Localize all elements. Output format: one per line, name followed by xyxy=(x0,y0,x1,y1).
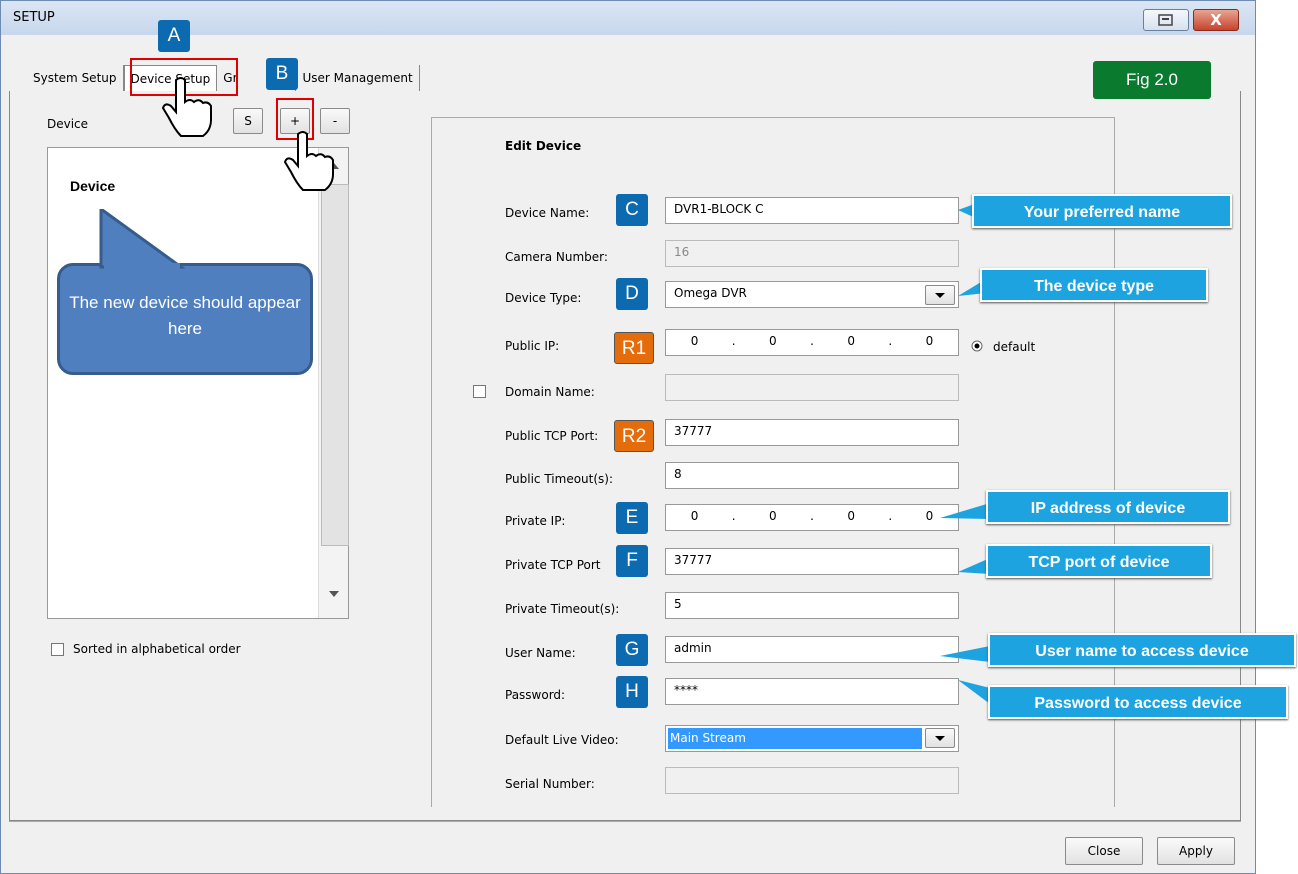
device-list-header: Device xyxy=(70,178,116,194)
badge-f: F xyxy=(616,545,648,577)
device-type-dropdown-button[interactable] xyxy=(925,285,955,305)
badge-r1: R1 xyxy=(614,332,654,364)
callout-password: Password to access device xyxy=(988,685,1288,719)
hand-cursor-icon xyxy=(283,131,334,191)
window-title: SETUP xyxy=(13,10,55,25)
device-label: Device xyxy=(47,117,89,131)
private-tcp-field[interactable]: 37777 xyxy=(665,548,959,575)
callout-tcp-port: TCP port of device xyxy=(986,544,1212,578)
scroll-thumb[interactable] xyxy=(321,184,349,546)
callout-ip-address: IP address of device xyxy=(986,490,1230,524)
ip-octet: 0 xyxy=(925,334,934,348)
private-tcp-label: Private TCP Port xyxy=(505,558,601,572)
sorted-checkbox[interactable] xyxy=(51,643,64,656)
live-video-dropdown-button[interactable] xyxy=(925,728,955,748)
camera-number-field: 16 xyxy=(665,240,959,267)
tab-system-setup[interactable]: System Setup xyxy=(27,65,124,91)
serial-number-field xyxy=(665,767,959,794)
badge-h: H xyxy=(616,676,648,708)
edit-device-title: Edit Device xyxy=(505,139,582,153)
footer-separator xyxy=(9,821,1241,822)
badge-e: E xyxy=(616,502,648,534)
private-ip-field[interactable]: 0. 0. 0. 0 xyxy=(665,504,959,531)
badge-d: D xyxy=(616,278,648,310)
bubble-pointer xyxy=(99,209,186,269)
badge-g: G xyxy=(616,634,648,666)
public-ip-label: Public IP: xyxy=(505,339,560,353)
public-tcp-field[interactable]: 37777 xyxy=(665,419,959,446)
ip-octet: 0 xyxy=(847,334,855,348)
callout-bubble-text: The new device should appear here xyxy=(69,293,301,338)
badge-c: C xyxy=(616,194,648,226)
live-video-value: Main Stream xyxy=(668,728,922,749)
chevron-down-icon xyxy=(935,293,945,298)
callout-user-name: User name to access device xyxy=(988,633,1296,667)
public-timeout-label: Public Timeout(s): xyxy=(505,472,614,486)
badge-a: A xyxy=(158,20,190,52)
badge-r2: R2 xyxy=(614,420,654,452)
default-radio[interactable] xyxy=(971,340,983,352)
domain-name-checkbox[interactable] xyxy=(473,385,486,398)
public-tcp-label: Public TCP Port: xyxy=(505,429,599,443)
user-name-label: User Name: xyxy=(505,646,576,660)
device-type-value: Omega DVR xyxy=(674,286,747,300)
badge-b: B xyxy=(266,58,298,90)
ip-octet: 0 xyxy=(925,509,934,523)
private-timeout-field[interactable]: 5 xyxy=(665,592,959,619)
scroll-down-icon xyxy=(329,591,339,597)
domain-name-label: Domain Name: xyxy=(505,385,595,399)
hand-cursor-icon xyxy=(161,77,212,137)
device-name-label: Device Name: xyxy=(505,206,590,220)
domain-name-field xyxy=(665,374,959,401)
ip-octet: 0 xyxy=(690,334,699,348)
ip-octet: 0 xyxy=(769,509,777,523)
ip-octet: 0 xyxy=(769,334,777,348)
callout-device-type: The device type xyxy=(980,268,1208,302)
callout-bubble: The new device should appear here xyxy=(57,263,313,375)
password-label: Password: xyxy=(505,688,566,702)
password-field[interactable]: **** xyxy=(665,678,959,705)
private-ip-label: Private IP: xyxy=(505,514,566,528)
ip-octet: 0 xyxy=(690,509,699,523)
device-type-label: Device Type: xyxy=(505,291,582,305)
default-label: default xyxy=(993,340,1036,354)
close-icon: X xyxy=(1210,11,1222,29)
callout-preferred-name: Your preferred name xyxy=(972,194,1232,228)
search-device-button[interactable]: S xyxy=(233,108,263,134)
close-button[interactable]: Close xyxy=(1065,837,1143,865)
figure-label: Fig 2.0 xyxy=(1093,61,1211,99)
close-window-button[interactable]: X xyxy=(1193,9,1239,31)
user-name-field[interactable]: admin xyxy=(665,636,959,663)
ip-octet: 0 xyxy=(847,509,855,523)
device-list-scrollbar[interactable] xyxy=(318,148,349,618)
tab-user-management[interactable]: User Management xyxy=(295,65,420,91)
live-video-select[interactable]: Main Stream xyxy=(665,725,959,752)
camera-number-label: Camera Number: xyxy=(505,250,608,264)
live-video-label: Default Live Video: xyxy=(505,733,619,747)
serial-number-label: Serial Number: xyxy=(505,777,595,791)
restore-button[interactable] xyxy=(1143,9,1189,31)
device-list[interactable]: Device xyxy=(47,147,349,619)
apply-button[interactable]: Apply xyxy=(1157,837,1235,865)
public-ip-field[interactable]: 0. 0. 0. 0 xyxy=(665,329,959,356)
private-timeout-label: Private Timeout(s): xyxy=(505,602,620,616)
device-name-field[interactable]: DVR1-BLOCK C xyxy=(665,197,959,224)
sorted-label: Sorted in alphabetical order xyxy=(73,642,241,656)
device-type-select[interactable]: Omega DVR xyxy=(665,281,959,308)
chevron-down-icon xyxy=(935,736,945,741)
restore-icon xyxy=(1158,14,1173,26)
public-timeout-field[interactable]: 8 xyxy=(665,462,959,489)
